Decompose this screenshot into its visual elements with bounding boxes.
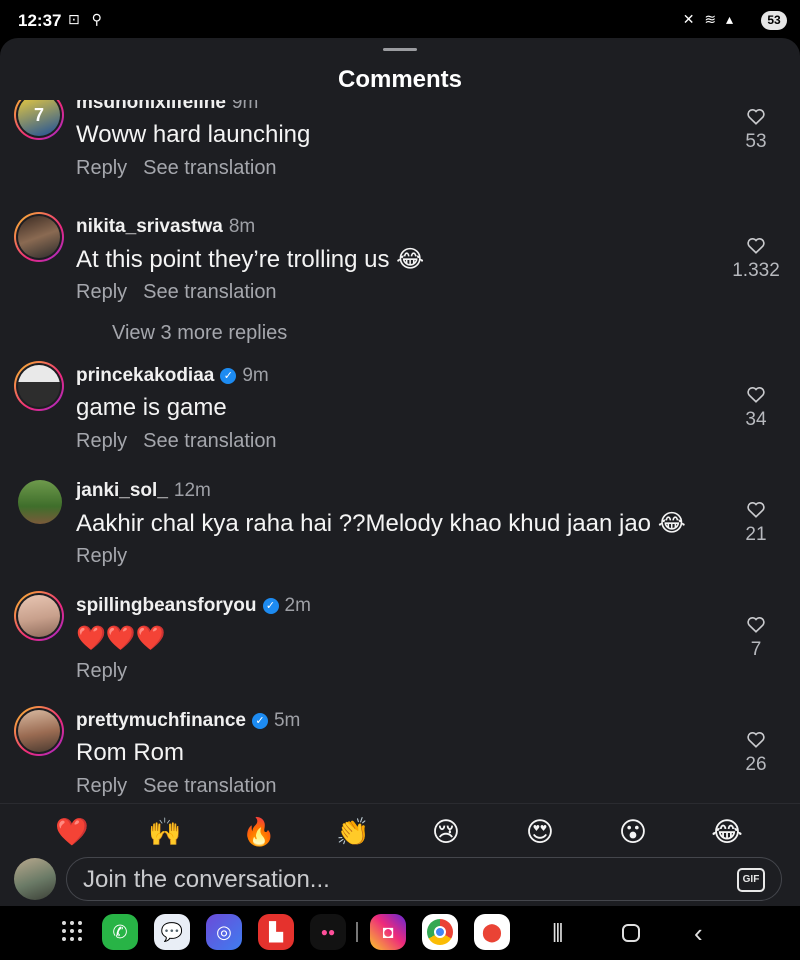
verified-badge-icon: ✓ <box>251 713 268 729</box>
heart-icon <box>747 387 765 403</box>
comment-list[interactable]: 7 msdhonixlifeline 9m Woww hard launching… <box>0 100 800 803</box>
heart-icon <box>747 238 765 254</box>
sheet-title: Comments <box>337 66 463 93</box>
comment-text: Aakhir chal kya raha hai ??Melody khao k… <box>76 510 686 537</box>
reaction-heart-icon[interactable]: ❤️ <box>54 814 90 850</box>
reaction-clap-icon[interactable]: 👏 <box>335 814 371 850</box>
heart-icon <box>747 109 765 125</box>
view-more-replies-button[interactable]: View 3 more replies <box>112 322 287 345</box>
home-button[interactable] <box>622 924 640 942</box>
see-translation-button[interactable]: See translation <box>143 775 276 797</box>
comment-item: prettymuchfinance ✓ 5m Rom Rom Reply See tr… <box>0 706 800 803</box>
sheet-grabber[interactable] <box>383 48 417 51</box>
chrome-app-icon[interactable] <box>422 914 458 950</box>
reaction-surprised-icon[interactable]: 😮 <box>615 814 651 850</box>
flipboard-app-icon[interactable]: ▙ <box>258 914 294 950</box>
see-translation-button[interactable]: See translation <box>143 157 276 179</box>
reaction-raised-hands-icon[interactable]: 🙌 <box>147 814 183 850</box>
like-button[interactable]: 7 <box>726 615 786 661</box>
comment-time: 9m <box>242 365 269 386</box>
comment-text: At this point they’re trolling us 😂 <box>76 246 425 273</box>
comment-item: nikita_srivastwa 8m At this point they’re… <box>0 212 800 326</box>
battery-indicator: 53 <box>761 11 787 30</box>
avatar[interactable] <box>18 480 62 524</box>
like-button[interactable]: 34 <box>726 385 786 431</box>
comment-time: 9m <box>231 100 259 113</box>
see-translation-button[interactable]: See translation <box>143 430 276 452</box>
reply-button[interactable]: Reply <box>76 430 127 452</box>
like-button[interactable]: 53 <box>726 107 786 153</box>
avatar[interactable]: 7 <box>14 100 64 140</box>
reaction-heart-eyes-icon[interactable]: 😍 <box>522 814 558 850</box>
reply-button[interactable]: Reply <box>76 157 127 179</box>
comment-username[interactable]: princekakodiaa <box>76 365 214 386</box>
comment-item: 7 msdhonixlifeline 9m Woww hard launching… <box>0 100 800 204</box>
status-bar: 12:37 ⊡ ⚲ ✕ ≋ ▴ 53 <box>0 0 800 40</box>
avatar[interactable] <box>14 212 64 262</box>
avatar[interactable] <box>14 706 64 756</box>
comment-username[interactable]: spillingbeansforyou <box>76 595 257 616</box>
dock-divider <box>356 922 358 942</box>
reply-button[interactable]: Reply <box>76 660 127 682</box>
apps-grid-icon[interactable] <box>62 921 84 943</box>
phone-app-icon[interactable]: ✆ <box>102 914 138 950</box>
comment-composer: GIF <box>0 855 800 906</box>
reply-button[interactable]: Reply <box>76 281 127 303</box>
avatar[interactable] <box>14 591 64 641</box>
internet-app-icon[interactable]: ◎ <box>206 914 242 950</box>
like-count: 7 <box>750 639 762 660</box>
like-count: 21 <box>745 524 767 545</box>
like-count: 26 <box>745 754 767 775</box>
messages-app-icon[interactable]: 💬 <box>154 914 190 950</box>
avatar[interactable] <box>14 361 64 411</box>
comment-time: 8m <box>228 216 256 237</box>
like-count: 1.332 <box>732 260 780 281</box>
instagram-app-icon[interactable]: ◘ <box>370 914 406 950</box>
heart-icon <box>747 502 765 518</box>
see-translation-button[interactable]: See translation <box>143 281 276 303</box>
reaction-fire-icon[interactable]: 🔥 <box>241 814 277 850</box>
my-avatar <box>14 858 56 900</box>
verified-badge-icon: ✓ <box>262 598 279 614</box>
like-count: 34 <box>745 409 767 430</box>
navigation-bar: ✆ 💬 ◎ ▙ ●● ◘ ⬤ ||| ‹ <box>0 906 800 960</box>
quick-reaction-bar: ❤️ 🙌 🔥 👏 😢 😍 😮 😂 <box>0 803 800 855</box>
comment-username[interactable]: janki_sol_ <box>76 480 168 501</box>
comment-item: princekakodiaa ✓ 9m game is game Reply See … <box>0 361 800 475</box>
comment-username[interactable]: nikita_srivastwa <box>76 216 223 237</box>
verified-badge-icon: ✓ <box>220 368 237 384</box>
comment-username[interactable]: msdhonixlifeline <box>76 100 226 113</box>
comment-text: Rom Rom <box>76 739 185 766</box>
mute-wifi-signal-icons: ✕ ≋ ▴ <box>682 11 736 27</box>
comment-item: spillingbeansforyou ✓ 2m ❤️❤️❤️ Reply 7 <box>0 591 800 705</box>
comment-text: Woww hard launching <box>76 121 311 148</box>
comment-username[interactable]: prettymuchfinance <box>76 710 246 731</box>
comment-time: 2m <box>284 595 311 616</box>
screenshot-icon: ⊡ ⚲ <box>68 11 106 27</box>
comments-sheet: Comments 7 msdhonixlifeline 9m Woww hard … <box>0 38 800 906</box>
like-count: 53 <box>745 131 767 152</box>
comment-text: game is game <box>76 394 227 421</box>
heart-icon <box>747 617 765 633</box>
recents-button[interactable]: ||| <box>552 921 564 944</box>
reaction-crying-icon[interactable]: 😢 <box>428 814 464 850</box>
galaxy-themes-app-icon[interactable]: ●● <box>310 914 346 950</box>
gif-button[interactable]: GIF <box>737 868 765 892</box>
comment-time: 12m <box>173 480 211 501</box>
comment-time: 5m <box>273 710 301 731</box>
comment-text: ❤️❤️❤️ <box>76 625 166 652</box>
like-button[interactable]: 26 <box>726 730 786 776</box>
heart-icon <box>747 732 765 748</box>
reaction-laughing-icon[interactable]: 😂 <box>709 814 745 850</box>
comment-input-box[interactable]: GIF <box>66 857 782 901</box>
back-button[interactable]: ‹ <box>694 918 703 949</box>
comment-input[interactable] <box>83 864 703 896</box>
status-time: 12:37 <box>18 11 62 30</box>
like-button[interactable]: 21 <box>726 500 786 546</box>
maps-app-icon[interactable]: ⬤ <box>474 914 510 950</box>
reply-button[interactable]: Reply <box>76 545 127 567</box>
like-button[interactable]: 1.332 <box>726 236 786 282</box>
reply-button[interactable]: Reply <box>76 775 127 797</box>
comment-item: janki_sol_ 12m Aakhir chal kya raha hai ?… <box>0 480 800 590</box>
